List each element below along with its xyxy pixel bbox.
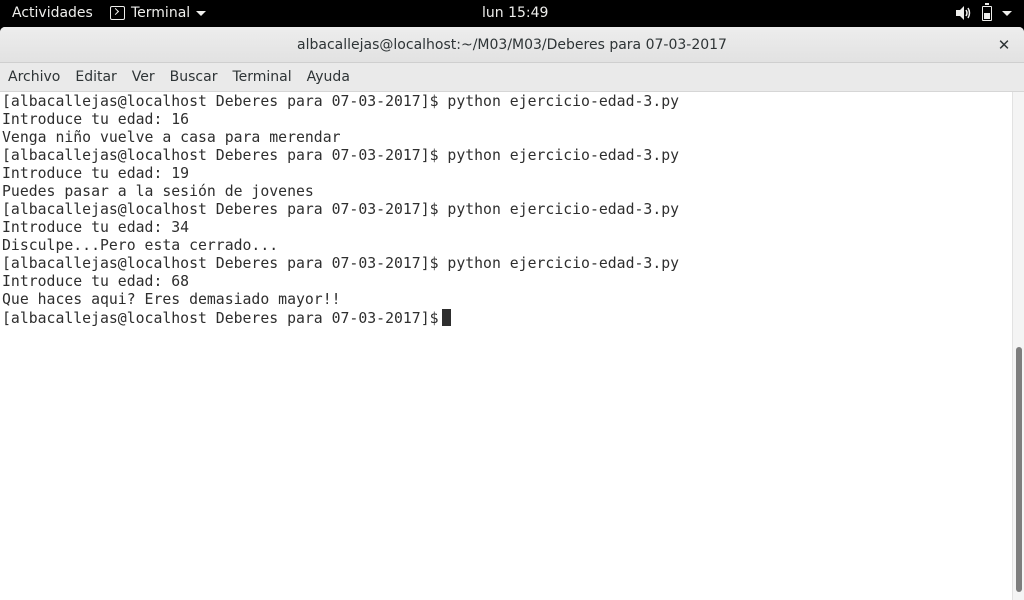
terminal-line: Introduce tu edad: 16: [2, 111, 190, 128]
menu-archivo[interactable]: Archivo: [8, 69, 60, 85]
terminal-line: Introduce tu edad: 34: [2, 219, 190, 236]
terminal-line: Disculpe...Pero esta cerrado...: [2, 237, 279, 254]
app-menu-label: Terminal: [131, 5, 191, 21]
terminal-prompt-line[interactable]: [albacallejas@localhost Deberes para 07-…: [2, 309, 1012, 327]
chevron-down-icon: [196, 10, 207, 16]
terminal-icon: [110, 6, 125, 20]
activities-button[interactable]: Actividades: [12, 0, 93, 26]
volume-icon: [956, 6, 971, 20]
terminal-line: Introduce tu edad: 19: [2, 165, 190, 182]
terminal-line: Venga niño vuelve a casa para merendar: [2, 129, 341, 146]
terminal-line: Introduce tu edad: 68: [2, 273, 190, 290]
menu-ayuda[interactable]: Ayuda: [307, 69, 350, 85]
menu-terminal[interactable]: Terminal: [232, 69, 291, 85]
close-button[interactable]: ✕: [994, 35, 1014, 55]
top-bar: Actividades Terminal lun 15:49: [0, 0, 1024, 26]
terminal-prompt: [albacallejas@localhost Deberes para 07-…: [2, 310, 439, 327]
text-cursor: [441, 309, 451, 326]
clock[interactable]: lun 15:49: [482, 0, 548, 26]
terminal-line: [albacallejas@localhost Deberes para 07-…: [2, 255, 680, 272]
terminal-line: Que haces aqui? Eres demasiado mayor!!: [2, 291, 341, 308]
terminal-line: Puedes pasar a la sesión de jovenes: [2, 183, 314, 200]
system-status-menu[interactable]: [956, 0, 1012, 26]
menu-editar[interactable]: Editar: [75, 69, 116, 85]
system-menu-chevron-icon: [1002, 10, 1012, 16]
menu-ver[interactable]: Ver: [132, 69, 155, 85]
terminal-line: [albacallejas@localhost Deberes para 07-…: [2, 201, 680, 218]
menu-buscar[interactable]: Buscar: [170, 69, 218, 85]
window-title: albacallejas@localhost:~/M03/M03/Deberes…: [297, 37, 727, 53]
terminal-output[interactable]: [albacallejas@localhost Deberes para 07-…: [0, 92, 1012, 600]
scrollbar-thumb[interactable]: [1016, 347, 1022, 592]
scrollbar[interactable]: [1012, 92, 1024, 600]
terminal-window: albacallejas@localhost:~/M03/M03/Deberes…: [0, 27, 1024, 600]
terminal-line: [albacallejas@localhost Deberes para 07-…: [2, 147, 680, 164]
title-bar[interactable]: albacallejas@localhost:~/M03/M03/Deberes…: [0, 27, 1024, 63]
battery-icon: [982, 2, 992, 21]
app-menu-button[interactable]: Terminal: [110, 0, 207, 26]
terminal-line: [albacallejas@localhost Deberes para 07-…: [2, 93, 680, 110]
menu-bar: Archivo Editar Ver Buscar Terminal Ayuda: [0, 63, 1024, 92]
